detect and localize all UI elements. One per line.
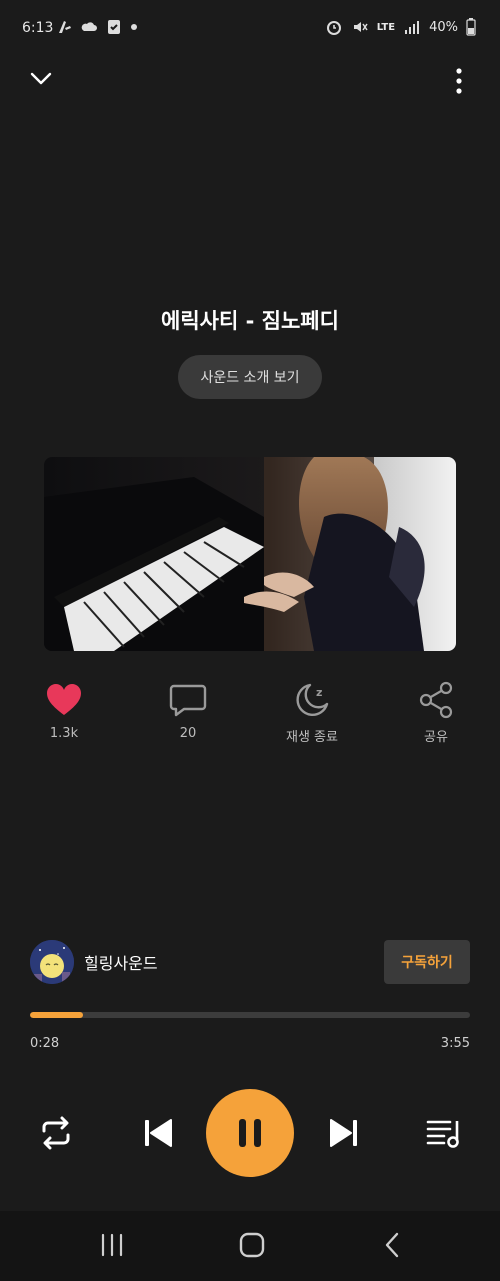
repeat-icon[interactable] <box>36 1113 76 1153</box>
channel-avatar[interactable] <box>30 940 74 984</box>
piano-player-image <box>44 457 456 651</box>
current-time: 0:28 <box>30 1036 60 1051</box>
total-time: 3:55 <box>440 1036 470 1051</box>
recent-apps-icon[interactable] <box>92 1222 132 1268</box>
sleep-timer-icon[interactable]: z <box>292 680 332 720</box>
notification-icons <box>55 18 138 36</box>
comment-action[interactable]: 20 <box>138 680 238 741</box>
cloud-icon <box>81 22 97 31</box>
status-time: 6:13 <box>22 20 54 36</box>
mute-icon <box>353 22 368 32</box>
alarm-icon <box>326 21 341 35</box>
progress-fill <box>30 1012 83 1018</box>
channel-avatar-image <box>30 940 74 984</box>
channel-name[interactable]: 힐링사운드 <box>84 950 158 974</box>
playlist-icon[interactable] <box>424 1113 464 1153</box>
track-title: 에릭사티 - 짐노페디 <box>161 309 339 333</box>
sleep-timer-action[interactable]: z 재생 종료 <box>262 680 362 745</box>
heart-icon[interactable] <box>44 680 84 720</box>
share-action[interactable]: 공유 <box>386 680 486 745</box>
comment-icon[interactable] <box>168 680 208 720</box>
progress-bar[interactable] <box>30 1012 470 1018</box>
system-icons: LTE 40% <box>325 18 476 36</box>
svg-text:z: z <box>316 686 322 699</box>
comment-count: 20 <box>179 726 197 741</box>
signal-icon <box>405 21 420 34</box>
subscribe-button[interactable]: 구독하기 <box>384 940 470 984</box>
share-label: 공유 <box>424 730 448 745</box>
status-bar: 6:13 LTE 40% <box>0 0 500 60</box>
track-artwork <box>44 457 456 651</box>
more-options-icon[interactable] <box>446 66 472 96</box>
back-icon[interactable] <box>372 1222 412 1268</box>
like-count: 1.3k <box>49 726 79 741</box>
share-icon[interactable] <box>416 680 456 720</box>
sound-intro-button[interactable]: 사운드 소개 보기 <box>178 355 322 399</box>
battery-icon <box>466 18 476 36</box>
checkbox-icon <box>108 20 120 34</box>
like-action[interactable]: 1.3k <box>14 680 114 741</box>
network-type: LTE <box>376 21 396 33</box>
dot-icon <box>131 24 137 30</box>
battery-percent: 40% <box>429 19 458 35</box>
home-icon[interactable] <box>232 1222 272 1268</box>
pause-button[interactable] <box>206 1089 294 1177</box>
collapse-chevron-down-icon[interactable] <box>28 66 54 92</box>
sleep-timer-label: 재생 종료 <box>286 730 338 745</box>
pause-icon <box>239 1119 261 1147</box>
app-notification-icon <box>59 21 71 33</box>
previous-track-icon[interactable] <box>138 1113 178 1153</box>
next-track-icon[interactable] <box>324 1113 364 1153</box>
